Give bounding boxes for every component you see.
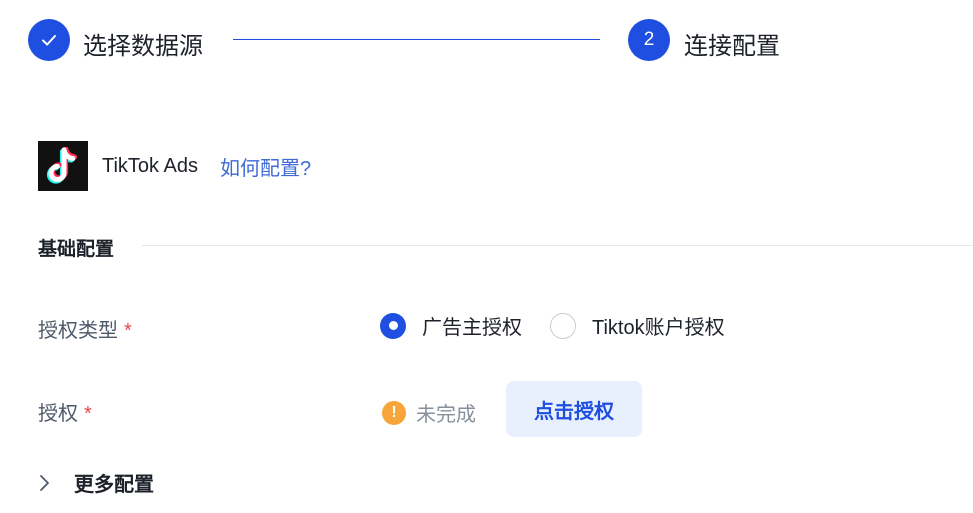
app-header: TikTok Ads 如何配置? [38, 141, 311, 191]
step-connector-line [233, 39, 600, 40]
radio-option-tiktok-account-auth[interactable]: Tiktok账户授权 [550, 311, 725, 340]
auth-label-text: 授权 [38, 403, 78, 425]
section-title-basic-config: 基础配置 [38, 239, 115, 260]
required-mark: * [124, 320, 132, 342]
steps-bar: 选择数据源 2 连接配置 [28, 19, 958, 61]
step-2-number-badge: 2 [628, 19, 670, 61]
auth-type-radio-group: 广告主授权 Tiktok账户授权 [380, 311, 725, 340]
auth-type-label-text: 授权类型 [38, 320, 118, 342]
more-config-label: 更多配置 [74, 474, 154, 496]
auth-type-label: 授权类型 * [38, 314, 132, 343]
chevron-right-icon [40, 474, 49, 491]
step-1-complete-badge [28, 19, 70, 61]
required-mark: * [84, 403, 92, 425]
tiktok-logo-icon [38, 141, 88, 191]
step-1-label: 选择数据源 [83, 33, 203, 60]
radio-label-advertiser-auth: 广告主授权 [422, 317, 522, 339]
radio-option-advertiser-auth[interactable]: 广告主授权 [380, 311, 522, 340]
radio-label-tiktok-account-auth: Tiktok账户授权 [592, 317, 725, 339]
auth-label: 授权 * [38, 397, 92, 426]
radio-unselected-icon[interactable] [550, 312, 576, 339]
auth-status: ! 未完成 [382, 398, 476, 427]
step-2-label: 连接配置 [684, 33, 780, 60]
radio-selected-icon[interactable] [380, 312, 406, 339]
auth-status-text: 未完成 [416, 404, 476, 426]
section-divider [142, 245, 973, 246]
more-config-toggle[interactable]: 更多配置 [38, 468, 154, 497]
warning-icon: ! [382, 400, 406, 425]
how-to-configure-link[interactable]: 如何配置? [220, 152, 311, 181]
authorize-button[interactable]: 点击授权 [506, 381, 642, 437]
app-name: TikTok Ads [102, 154, 198, 177]
check-icon [42, 35, 56, 46]
